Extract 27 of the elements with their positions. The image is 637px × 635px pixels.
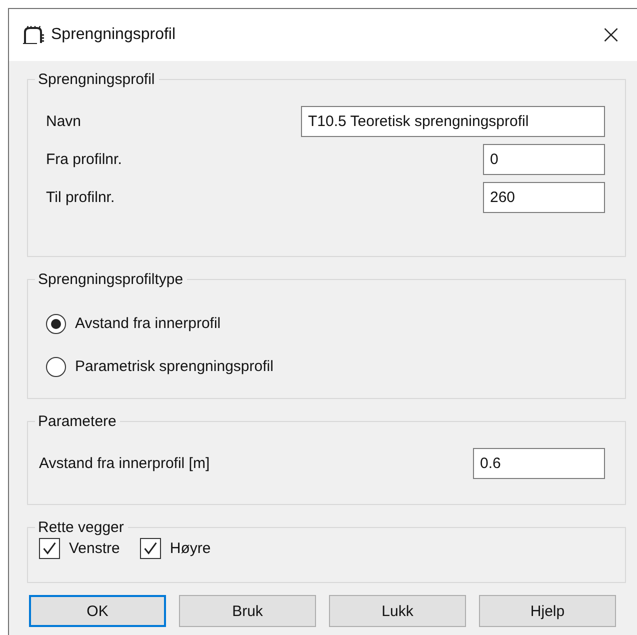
radio-button[interactable] — [46, 314, 66, 334]
field-label: Fra profilnr. — [46, 150, 122, 168]
close-button[interactable]: × — [591, 15, 631, 55]
field-label: Til profilnr. — [46, 188, 115, 206]
radio-button[interactable] — [46, 356, 66, 376]
field-label: Navn — [46, 112, 82, 130]
dialog-button[interactable]: Bruk — [179, 595, 316, 627]
input-field[interactable]: 260 — [483, 182, 605, 212]
dialog-button[interactable]: OK — [29, 595, 166, 627]
input-field[interactable]: T10.5 Teoretisk sprengningsprofil — [301, 106, 605, 136]
group-title: Sprengningsprofil — [37, 71, 156, 88]
radio-label: Parametrisk sprengningsprofil — [75, 358, 274, 375]
field-label: Avstand fra innerprofil [m] — [39, 454, 210, 472]
dialog-button[interactable]: Lukk — [329, 595, 466, 627]
group-title: Sprengningsprofiltype — [37, 271, 184, 288]
checkbox-label: Høyre — [170, 540, 211, 557]
input-field[interactable]: 0.6 — [473, 448, 605, 478]
tunnel-icon — [23, 26, 45, 44]
window-title: Sprengningsprofil — [51, 26, 177, 44]
checkbox-label: Venstre — [69, 540, 120, 557]
checkbox[interactable] — [140, 538, 161, 559]
group-title: Parametere — [37, 413, 118, 430]
checkbox[interactable] — [39, 538, 60, 559]
radio-label: Avstand fra innerprofil — [75, 315, 221, 332]
input-field[interactable]: 0 — [483, 144, 605, 174]
dialog-button[interactable]: Hjelp — [479, 595, 616, 627]
group-title: Rette vegger — [37, 519, 125, 536]
